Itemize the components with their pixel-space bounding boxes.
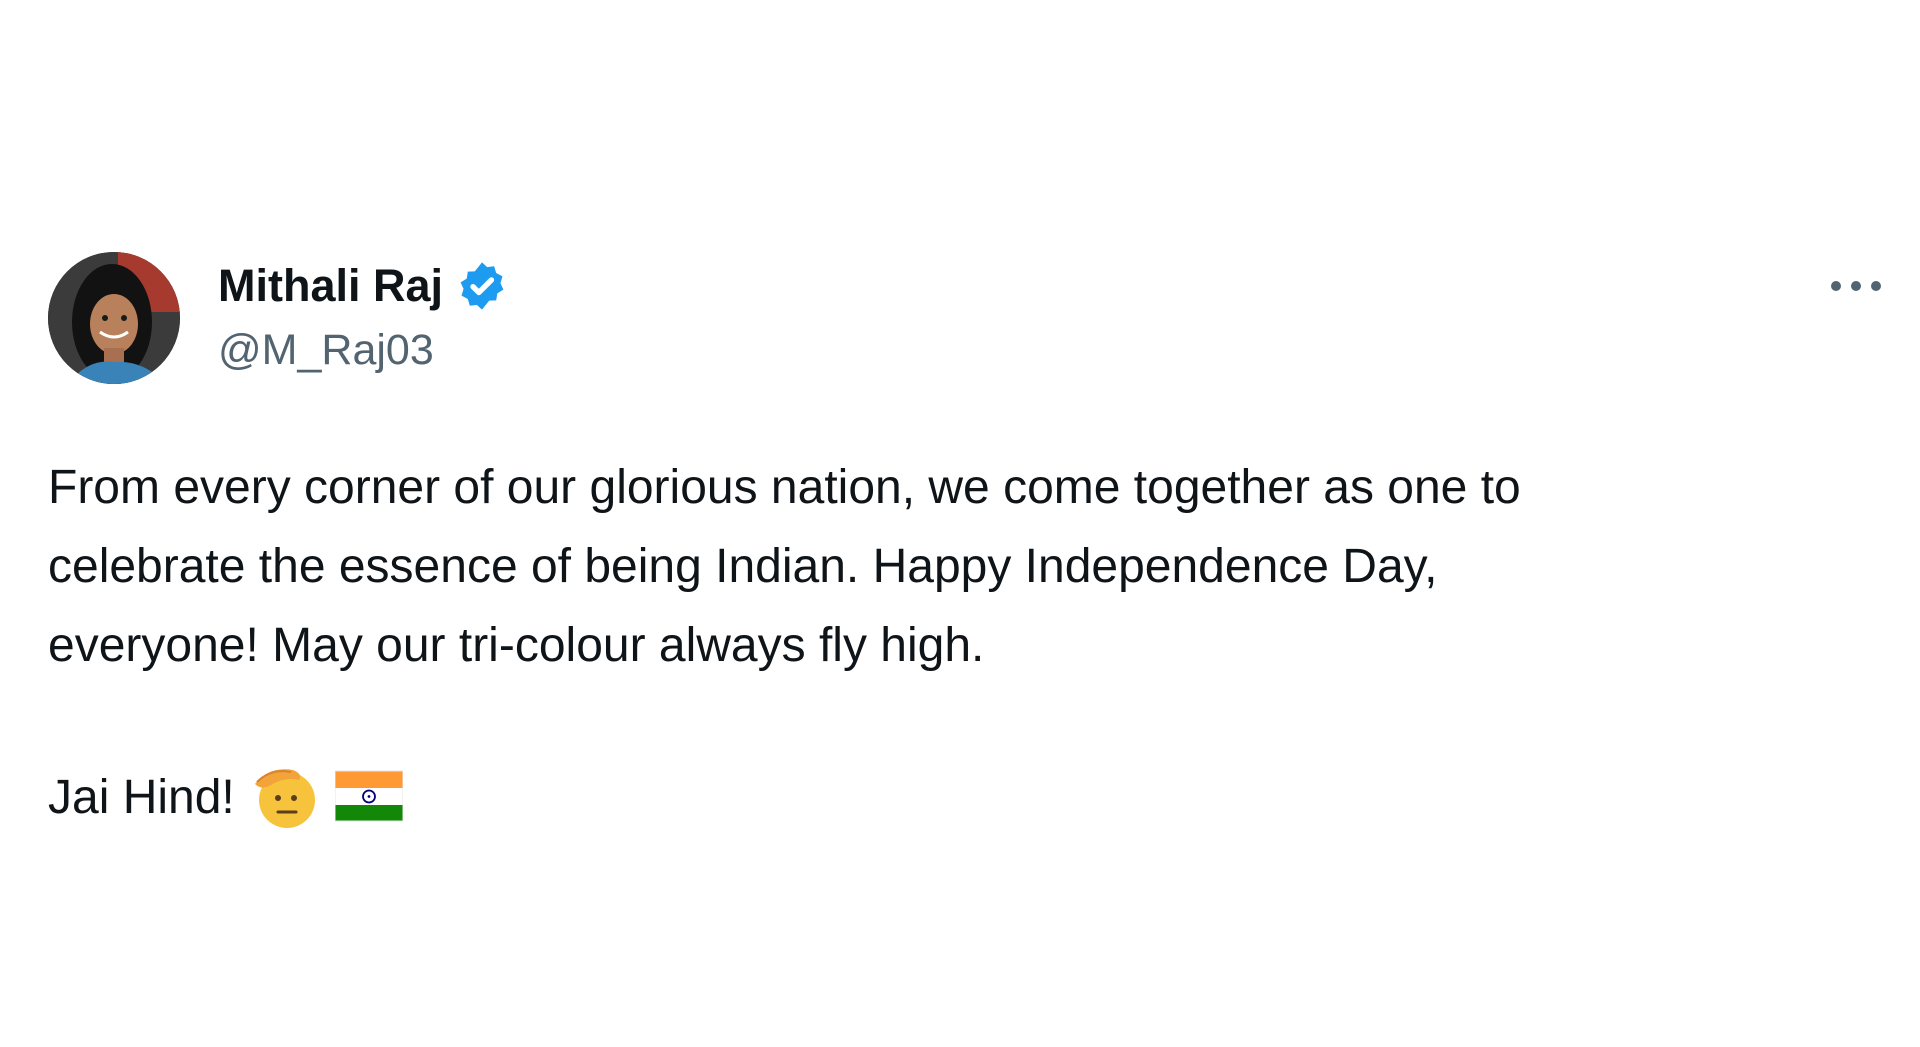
tweet-text: From every corner of our glorious nation… — [48, 461, 1521, 672]
display-name[interactable]: Mithali Raj — [218, 258, 443, 314]
more-options-button[interactable] — [1826, 268, 1886, 304]
author-block: Mithali Raj @M_Raj03 — [218, 258, 509, 376]
handle[interactable]: @M_Raj03 — [218, 324, 509, 376]
more-horizontal-icon — [1831, 281, 1881, 291]
closing-text: Jai Hind! — [48, 771, 235, 824]
india-flag-emoji-icon — [334, 769, 404, 828]
saluting-face-emoji-icon — [249, 760, 321, 837]
avatar[interactable] — [48, 252, 180, 384]
tweet-closing-line: Jai Hind! — [48, 758, 404, 838]
verified-badge-icon — [455, 259, 509, 313]
tweet-card: Mithali Raj @M_Raj03 From every corner o… — [0, 0, 1920, 1047]
profile-photo-icon — [48, 252, 180, 384]
name-row: Mithali Raj — [218, 258, 509, 314]
